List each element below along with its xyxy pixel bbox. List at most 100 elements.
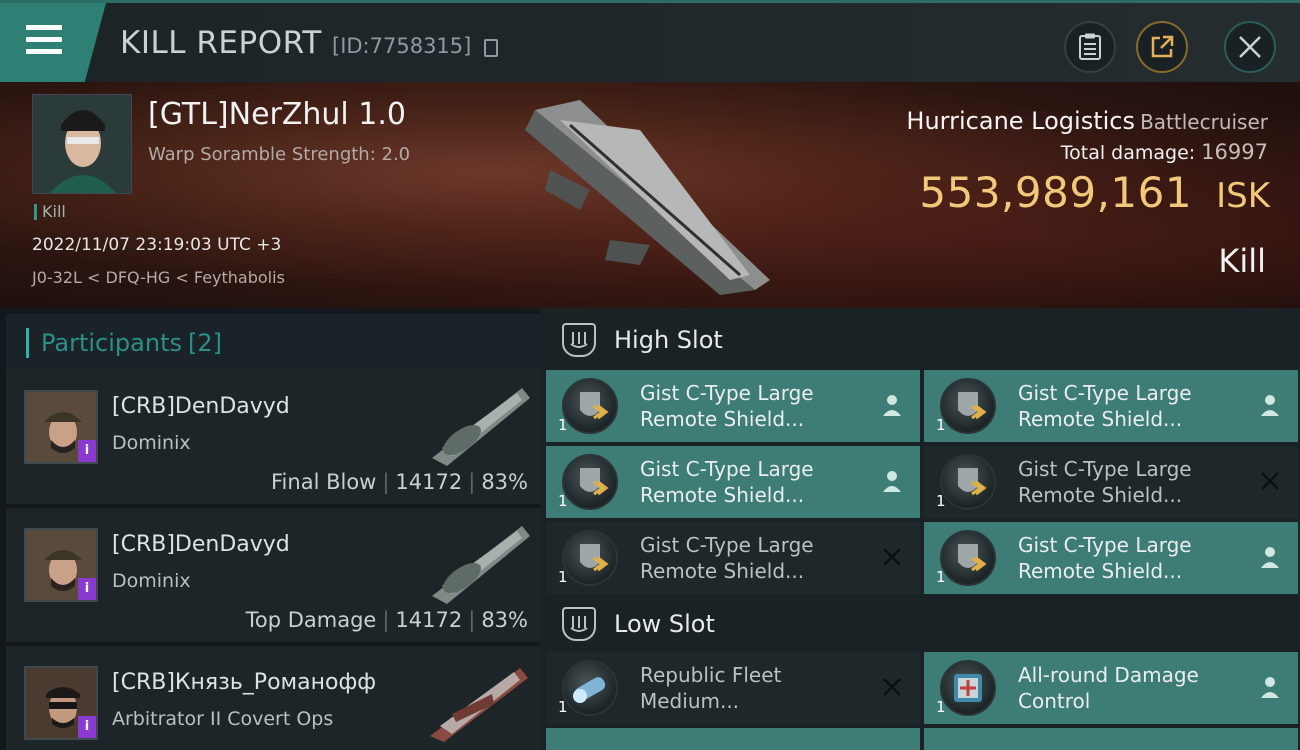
isk-value: 553,989,161 <box>919 168 1193 217</box>
copy-id-icon[interactable] <box>484 39 498 57</box>
avatar[interactable]: i <box>24 528 98 602</box>
fitting-panel: High Slot 1 Gist C-Type Large Remote Shie… <box>540 308 1300 750</box>
participant-ship-image[interactable] <box>422 654 532 744</box>
participants-panel: Participants [2] i [CRB]DenDavyd Dominix… <box>0 308 540 750</box>
kill-type-label: Kill <box>1218 242 1266 280</box>
share-button[interactable] <box>1136 21 1188 73</box>
module-name: Gist C-Type Large Remote Shield... <box>640 381 814 431</box>
module-slot[interactable]: 1 Gist C-Type Large Remote Shield... <box>546 370 920 442</box>
module-name: Gist C-Type Large Remote Shield... <box>1018 457 1192 507</box>
page-title: KILL REPORT <box>120 25 322 61</box>
participants-header: Participants [2] <box>6 314 540 372</box>
participant-damage: 14172 <box>395 608 463 632</box>
module-quantity: 1 <box>558 698 568 716</box>
destroyed-x-icon <box>883 678 901 696</box>
module-quantity: 1 <box>936 568 946 586</box>
destroyed-x-icon <box>883 548 901 566</box>
isk-value-line: 553,989,161 ISK <box>919 168 1270 217</box>
module-quantity: 1 <box>936 698 946 716</box>
avatar[interactable]: i <box>24 666 98 740</box>
participant-ship-image[interactable] <box>422 378 532 468</box>
person-icon[interactable] <box>1258 544 1282 570</box>
module-slot[interactable]: 1 Gist C-Type Large Remote Shield... <box>924 446 1298 518</box>
top-bar: KILL REPORT [ID:7758315] <box>0 0 1300 82</box>
clipboard-button[interactable] <box>1064 21 1116 73</box>
avatar[interactable]: i <box>24 390 98 464</box>
clipboard-icon <box>1079 33 1101 60</box>
total-damage: Total damage: 16997 <box>1061 140 1268 164</box>
shield-booster-icon <box>562 454 618 510</box>
module-slot-partial[interactable] <box>546 728 920 750</box>
victim-ship-image[interactable] <box>520 90 790 300</box>
close-button[interactable] <box>1224 21 1276 73</box>
module-name: All-round Damage Control <box>1018 663 1199 713</box>
share-icon <box>1151 35 1174 58</box>
participant-row[interactable]: i [CRB]DenDavyd Dominix Final Blow | 14172… <box>6 370 540 504</box>
module-slot[interactable]: 1 Gist C-Type Large Remote Shield... <box>924 522 1298 594</box>
module-quantity: 1 <box>936 416 946 434</box>
module-slot[interactable]: 1 Gist C-Type Large Remote Shield... <box>546 522 920 594</box>
victim-ship-class: Battlecruiser <box>1140 110 1268 134</box>
victim-name[interactable]: [GTL]NerZhul 1.0 <box>148 97 406 132</box>
participant-percent: 83% <box>481 608 528 632</box>
low-slot-icon <box>562 607 596 641</box>
participant-row[interactable]: i [CRB]Князь_Романофф Arbitrator II Cove… <box>6 646 540 750</box>
module-slot[interactable]: 1 Gist C-Type Large Remote Shield... <box>546 446 920 518</box>
capacitor-battery-icon <box>562 660 618 716</box>
victim-subtitle: Warp Soramble Strength: 2.0 <box>148 144 411 165</box>
victim-portrait[interactable] <box>32 94 132 194</box>
destroyed-x-icon <box>1261 472 1279 490</box>
participant-stats: Final Blow | 14172 | 83% <box>271 470 528 494</box>
header-accent-bar <box>26 328 29 358</box>
module-slot-partial[interactable] <box>924 728 1298 750</box>
damage-control-icon <box>940 660 996 716</box>
menu-button[interactable] <box>0 3 106 82</box>
high-slot-icon <box>562 323 596 357</box>
participants-count: [2] <box>187 329 222 357</box>
module-name: Gist C-Type Large Remote Shield... <box>1018 533 1192 583</box>
low-slot-header: Low Slot <box>546 594 1300 654</box>
module-quantity: 1 <box>558 492 568 510</box>
module-name: Gist C-Type Large Remote Shield... <box>640 457 814 507</box>
participant-name[interactable]: [CRB]DenDavyd <box>112 394 290 419</box>
low-slot-title: Low Slot <box>614 610 715 638</box>
person-icon[interactable] <box>1258 674 1282 700</box>
participant-name[interactable]: [CRB]DenDavyd <box>112 532 290 557</box>
participant-ship-image[interactable] <box>422 516 532 606</box>
menu-icon <box>26 25 62 55</box>
shield-booster-icon <box>562 530 618 586</box>
module-slot[interactable]: 1 Gist C-Type Large Remote Shield... <box>924 370 1298 442</box>
total-damage-value: 16997 <box>1201 140 1268 164</box>
module-name: Gist C-Type Large Remote Shield... <box>640 533 814 583</box>
participant-ship: Dominix <box>112 432 191 454</box>
shield-booster-icon <box>562 378 618 434</box>
participant-ship: Arbitrator II Covert Ops <box>112 708 334 730</box>
participant-name[interactable]: [CRB]Князь_Романофф <box>112 670 376 695</box>
module-quantity: 1 <box>558 568 568 586</box>
module-quantity: 1 <box>936 492 946 510</box>
shield-booster-icon <box>940 454 996 510</box>
module-quantity: 1 <box>558 416 568 434</box>
total-damage-label: Total damage: <box>1060 142 1196 164</box>
participant-stats: Top Damage | 14172 | 83% <box>245 608 528 632</box>
info-badge: i <box>78 578 96 600</box>
module-slot[interactable]: 1 All-round Damage Control <box>924 652 1298 724</box>
character-portrait-icon <box>33 95 131 193</box>
kill-location[interactable]: J0-32L < DFQ-HG < Feythabolis <box>32 268 285 287</box>
victim-ship-name[interactable]: Hurricane Logistics <box>906 107 1135 135</box>
person-icon[interactable] <box>880 392 904 418</box>
kill-tag: Kill <box>34 204 66 220</box>
high-slot-title: High Slot <box>614 326 723 354</box>
person-icon[interactable] <box>1258 392 1282 418</box>
victim-ship-line: Hurricane Logistics Battlecruiser <box>906 107 1268 135</box>
info-badge: i <box>78 716 96 738</box>
module-name: Gist C-Type Large Remote Shield... <box>1018 381 1192 431</box>
shield-booster-icon <box>940 530 996 586</box>
person-icon[interactable] <box>880 468 904 494</box>
participant-percent: 83% <box>481 470 528 494</box>
kill-timestamp: 2022/11/07 23:19:03 UTC +3 <box>32 235 282 255</box>
participant-row[interactable]: i [CRB]DenDavyd Dominix Top Damage | 14172… <box>6 508 540 642</box>
participants-title: Participants <box>41 329 182 357</box>
participant-damage: 14172 <box>395 470 463 494</box>
module-slot[interactable]: 1 Republic Fleet Medium... <box>546 652 920 724</box>
